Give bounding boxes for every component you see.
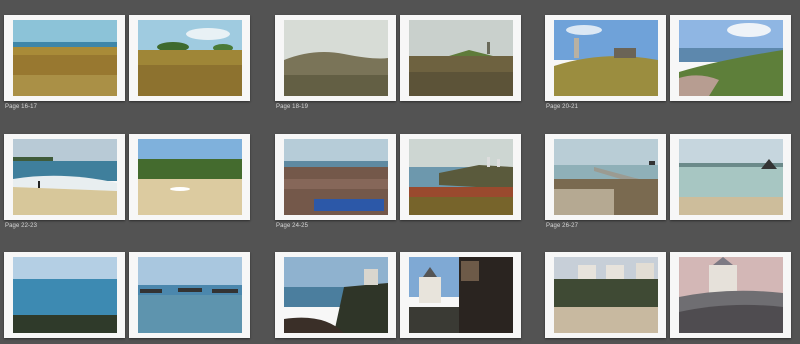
- photo-thumbnail: [138, 139, 242, 215]
- photo-thumbnail: [679, 257, 783, 333]
- page-thumbnail-right: [670, 252, 791, 338]
- page-thumbnail-left: [275, 134, 396, 220]
- photo-thumbnail: [554, 20, 658, 96]
- photo-thumbnail: [138, 257, 242, 333]
- page-thumbnail-left: [4, 134, 125, 220]
- page-thumbnail-left: [4, 15, 125, 101]
- page-thumbnail-left: [545, 252, 666, 338]
- spread-tile[interactable]: [4, 252, 250, 338]
- spread-label: Page 26-27: [546, 223, 579, 229]
- page-thumbnail-left: [4, 252, 125, 338]
- photo-thumbnail: [284, 139, 388, 215]
- page-thumbnail-right: [670, 134, 791, 220]
- page-thumbnail-right: [129, 134, 250, 220]
- page-thumbnail-right: [670, 15, 791, 101]
- photo-thumbnail: [13, 257, 117, 333]
- photo-thumbnail: [409, 257, 513, 333]
- photo-thumbnail: [409, 139, 513, 215]
- photo-thumbnail: [554, 257, 658, 333]
- photo-thumbnail: [138, 20, 242, 96]
- page-thumbnail-right: [400, 252, 521, 338]
- spread-tile[interactable]: Page 16-17: [4, 15, 250, 110]
- spread-tile[interactable]: [275, 252, 521, 338]
- photo-thumbnail: [554, 139, 658, 215]
- page-thumbnail-right: [400, 15, 521, 101]
- photo-thumbnail: [409, 20, 513, 96]
- spread-tile[interactable]: Page 26-27: [545, 134, 791, 229]
- page-thumbnail-right: [129, 15, 250, 101]
- photo-thumbnail: [13, 20, 117, 96]
- spread-label: Page 18-19: [276, 104, 309, 110]
- page-thumbnail-left: [275, 15, 396, 101]
- photo-thumbnail: [284, 257, 388, 333]
- spread-label: Page 22-23: [5, 223, 38, 229]
- page-thumbnail-left: [275, 252, 396, 338]
- photo-thumbnail: [679, 139, 783, 215]
- page-thumbnail-left: [545, 134, 666, 220]
- spread-label: Page 16-17: [5, 104, 38, 110]
- spread-label: Page 20-21: [546, 104, 579, 110]
- spread-label: Page 24-25: [276, 223, 309, 229]
- photo-thumbnail: [13, 139, 117, 215]
- page-thumbnail-right: [400, 134, 521, 220]
- spread-grid: Page 16-17 Page 18-19 Page 20-21 Page 22…: [0, 0, 800, 344]
- spread-tile[interactable]: Page 18-19: [275, 15, 521, 110]
- spread-tile[interactable]: Page 22-23: [4, 134, 250, 229]
- photo-thumbnail: [284, 20, 388, 96]
- page-thumbnail-right: [129, 252, 250, 338]
- spread-tile[interactable]: Page 20-21: [545, 15, 791, 110]
- photo-thumbnail: [679, 20, 783, 96]
- spread-tile[interactable]: [545, 252, 791, 338]
- spread-tile[interactable]: Page 24-25: [275, 134, 521, 229]
- page-thumbnail-left: [545, 15, 666, 101]
